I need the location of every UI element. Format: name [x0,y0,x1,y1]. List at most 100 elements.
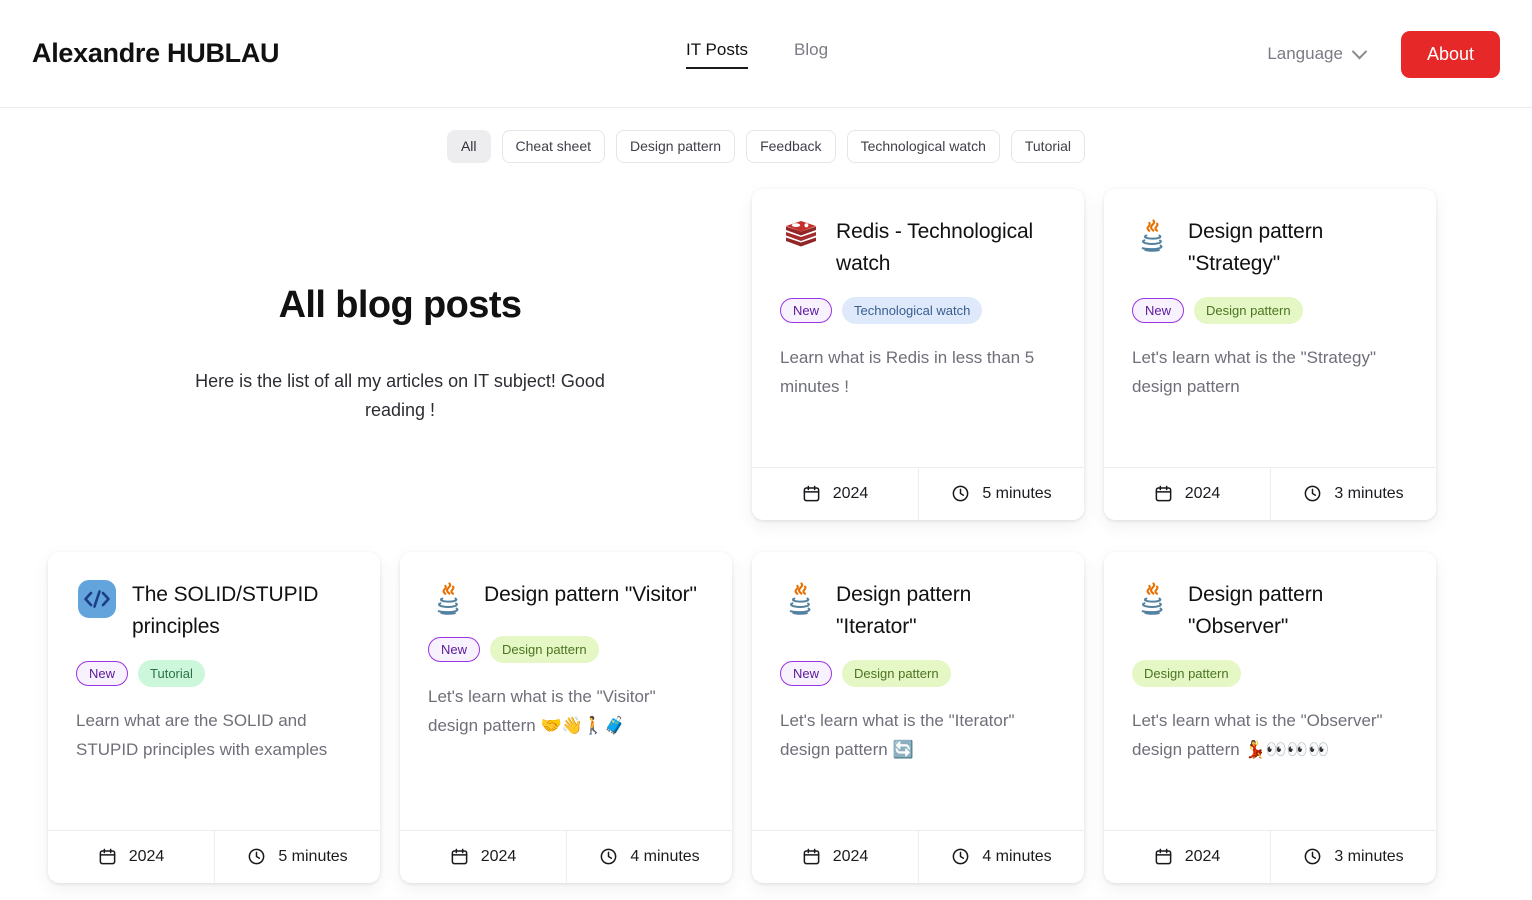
badge-new: New [780,298,832,323]
badge-new: New [780,661,832,686]
category-filter-bar: All Cheat sheet Design pattern Feedback … [0,108,1532,169]
badge-design-pattern: Design pattern [842,660,951,687]
post-date: 2024 [400,831,566,883]
clock-icon [599,847,618,866]
nav-tab-it-posts[interactable]: IT Posts [686,40,748,69]
post-reading-time: 5 minutes [214,831,380,883]
post-duration: 3 minutes [1334,485,1403,503]
filter-chip-cheat-sheet[interactable]: Cheat sheet [502,130,606,163]
badge-new: New [76,661,128,686]
filter-chip-all[interactable]: All [447,130,491,163]
post-year: 2024 [129,848,165,866]
language-selector[interactable]: Language [1267,44,1365,64]
post-year: 2024 [833,485,869,503]
filter-chip-design-pattern[interactable]: Design pattern [616,130,735,163]
chevron-down-icon [1352,43,1368,59]
post-duration: 4 minutes [630,848,699,866]
post-card-header: The SOLID/STUPID principles [76,578,352,644]
header-actions: Language About [1267,0,1500,108]
main-nav: IT Posts Blog [686,40,828,69]
page-title: All blog posts [279,284,522,327]
post-title: Redis - Technological watch [836,215,1056,281]
calendar-icon [1154,484,1173,503]
post-year: 2024 [1185,485,1221,503]
post-badges: New Tutorial [76,660,352,687]
post-card[interactable]: Design pattern "Visitor"New Design patter… [400,552,732,883]
java-icon [428,578,470,620]
posts-grid: All blog posts Here is the list of all m… [0,189,1532,883]
post-description: Let's learn what is the "Observer" desig… [1132,707,1408,765]
clock-icon [1303,847,1322,866]
post-date: 2024 [752,831,918,883]
post-date: 2024 [1104,831,1270,883]
post-card-header: Design pattern "Strategy" [1132,215,1408,281]
clock-icon [951,847,970,866]
post-card[interactable]: Design pattern "Iterator"New Design patte… [752,552,1084,883]
badge-technological-watch: Technological watch [842,297,982,324]
post-badges: NewDesign pattern [1132,297,1408,324]
post-date: 2024 [48,831,214,883]
post-date: 2024 [752,468,918,520]
post-reading-time: 4 minutes [918,831,1084,883]
code-icon [76,578,118,620]
post-card-body: Redis - Technological watchNew Technologi… [752,189,1084,467]
post-badges: New Design pattern [428,636,704,663]
badge-new: New [1132,298,1184,323]
post-card-footer: 2024 5 minutes [752,467,1084,520]
post-date: 2024 [1104,468,1270,520]
post-card-footer: 2024 3 minutes [1104,467,1436,520]
nav-tab-blog[interactable]: Blog [794,40,828,67]
language-label: Language [1267,44,1343,64]
redis-icon [780,215,822,257]
post-card-body: The SOLID/STUPID principlesNew Tutorial Le… [48,552,380,830]
site-brand: Alexandre HUBLAU [32,38,279,69]
post-card[interactable]: Design pattern "Observer" Design pattern L… [1104,552,1436,883]
post-card-footer: 2024 4 minutes [400,830,732,883]
about-button[interactable]: About [1401,31,1500,78]
post-duration: 5 minutes [982,485,1051,503]
post-badges: New Technological watch [780,297,1056,324]
calendar-icon [1154,847,1173,866]
post-description: Let's learn what is the "Strategy" desig… [1132,344,1408,402]
post-card[interactable]: Design pattern "Strategy" NewDesign patte… [1104,189,1436,520]
post-title: Design pattern "Observer" [1188,578,1408,644]
filter-chip-feedback[interactable]: Feedback [746,130,835,163]
post-card-footer: 2024 4 minutes [752,830,1084,883]
post-reading-time: 3 minutes [1270,468,1436,520]
post-description: Let's learn what is the "Visitor" design… [428,683,704,741]
post-card[interactable]: Redis - Technological watchNew Technologi… [752,189,1084,520]
post-card-header: Design pattern "Iterator" [780,578,1056,644]
calendar-icon [802,484,821,503]
filter-chip-tutorial[interactable]: Tutorial [1011,130,1085,163]
badge-tutorial: Tutorial [138,660,205,687]
post-year: 2024 [833,848,869,866]
post-card-body: Design pattern "Observer" Design pattern L… [1104,552,1436,830]
post-description: Let's learn what is the "Iterator" desig… [780,707,1056,765]
post-card-header: Design pattern "Observer" [1132,578,1408,644]
post-card-body: Design pattern "Visitor"New Design patter… [400,552,732,830]
post-duration: 5 minutes [278,848,347,866]
post-year: 2024 [1185,848,1221,866]
badge-design-pattern: Design pattern [490,636,599,663]
badge-new: New [428,637,480,662]
calendar-icon [450,847,469,866]
post-duration: 3 minutes [1334,848,1403,866]
post-card-body: Design pattern "Strategy" NewDesign patte… [1104,189,1436,467]
post-title: Design pattern "Iterator" [836,578,1056,644]
filter-chip-technological-watch[interactable]: Technological watch [847,130,1000,163]
post-reading-time: 5 minutes [918,468,1084,520]
site-header: Alexandre HUBLAU IT Posts Blog Language … [0,0,1532,108]
post-card[interactable]: The SOLID/STUPID principlesNew Tutorial Le… [48,552,380,883]
post-description: Learn what are the SOLID and STUPID prin… [76,707,352,765]
calendar-icon [802,847,821,866]
posts-section: All blog posts Here is the list of all m… [0,169,1532,900]
java-icon [780,578,822,620]
java-icon [1132,215,1174,257]
post-title: Design pattern "Visitor" [484,578,697,612]
java-icon [1132,578,1174,620]
badge-design-pattern: Design pattern [1132,660,1241,687]
clock-icon [1303,484,1322,503]
post-card-footer: 2024 5 minutes [48,830,380,883]
post-card-body: Design pattern "Iterator"New Design patte… [752,552,1084,830]
post-title: The SOLID/STUPID principles [132,578,352,644]
